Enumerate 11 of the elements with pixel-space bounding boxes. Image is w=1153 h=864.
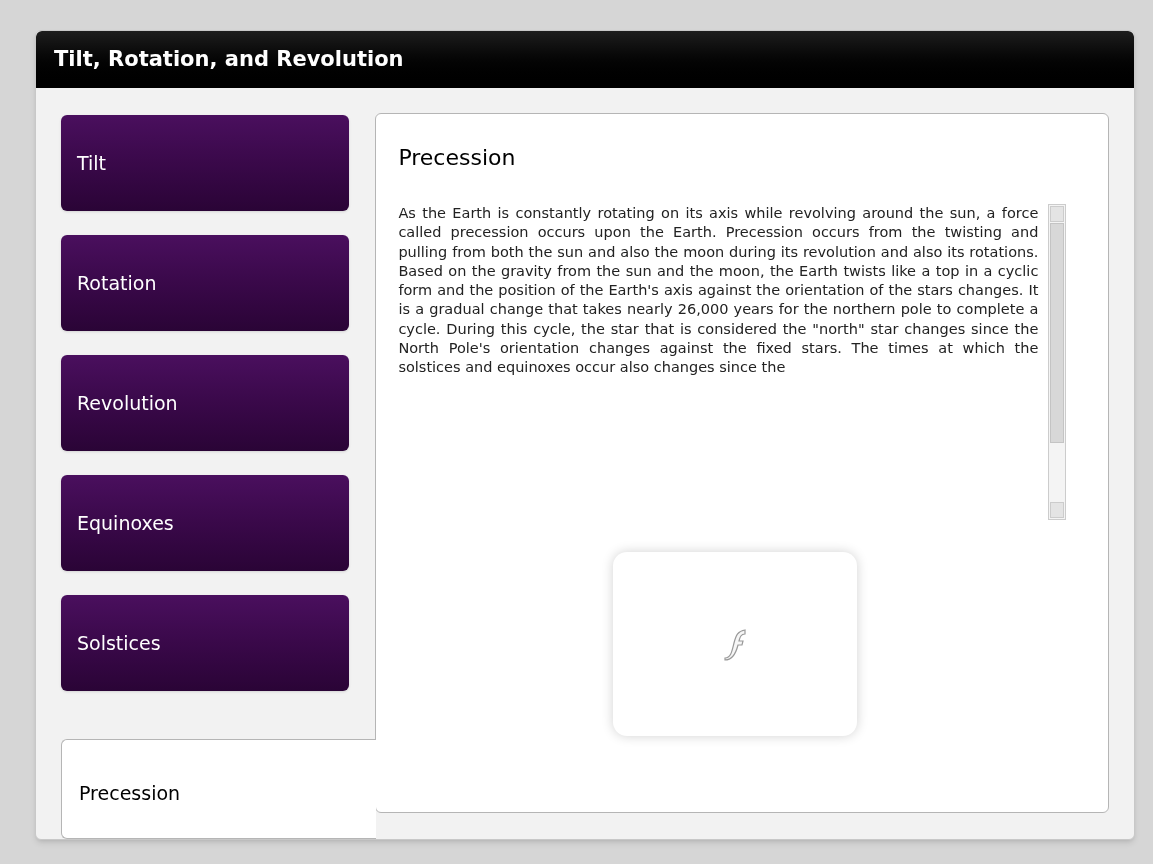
tab[interactable]: Rotation	[61, 235, 349, 331]
content-paragraph: As the Earth is constantly rotating on its axis while revolving around the sun, a force called precession occurs upon the Earth. Precession occurs from the twisting and pulling from both the sun and also the moon during its revolution and also its rotations. Based on the gravity from the sun and the moon, the Earth twists like a top in a cyclic form and the position of the Earth's axis against the orientation of the stars changes. It is a gradual change that takes nearly 26,000 years for the northern pole to complete a cycle. During this cycle, the star that is considered the "north" star changes since the North Pole's orientation changes against the fixed stars. The times at which the solstices and equinoxes occur also changes since the	[398, 204, 1039, 378]
tab[interactable]: Tilt	[61, 115, 349, 211]
scrollbar[interactable]	[1048, 204, 1067, 520]
script-f-icon	[722, 627, 747, 661]
content-heading: Precession	[398, 144, 517, 172]
tab[interactable]: Precession	[61, 739, 377, 839]
tab[interactable]: Equinoxes	[61, 475, 349, 571]
tab[interactable]: Revolution	[61, 355, 349, 451]
window-title: Tilt, Rotation, and Revolution	[54, 45, 404, 73]
tab[interactable]: Solstices	[61, 595, 349, 691]
